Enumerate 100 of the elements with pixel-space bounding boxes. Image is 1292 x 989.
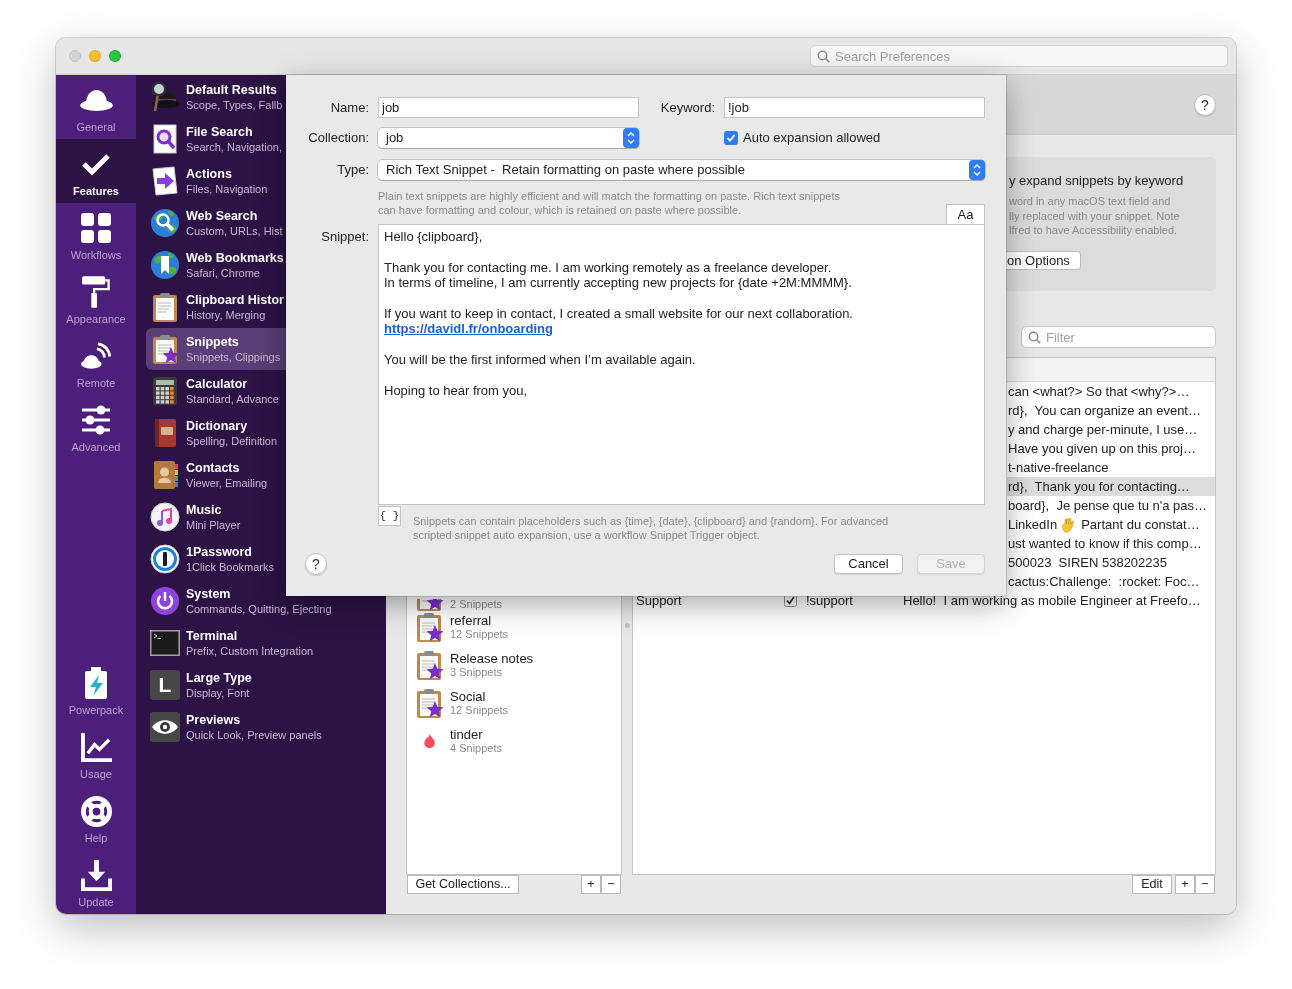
feature-item[interactable]: Music Mini Player	[146, 496, 286, 538]
add-button[interactable]: +	[581, 875, 601, 894]
feature-item[interactable]: Actions Files, Navigation	[146, 160, 286, 202]
splitter-handle[interactable]	[624, 623, 630, 628]
edit-button[interactable]: Edit	[1132, 875, 1172, 894]
keyword-field[interactable]: !job	[724, 97, 985, 118]
collection-item[interactable]: tinder 4 Snippets	[407, 725, 621, 763]
placeholder-button[interactable]: { }	[378, 506, 401, 526]
arrow-page-icon	[150, 166, 180, 196]
help-text: Snippets can contain placeholders such as {time}, {date}, {clipboard} and {random}. For advanced scripted snippet auto expansion, use a workflow Snippet Trigger object.	[413, 514, 890, 542]
sidebar-tab[interactable]: Features	[56, 139, 136, 203]
collection-item[interactable]: referral 12 Snippets	[407, 611, 621, 649]
sidebar-tab[interactable]: General	[56, 75, 136, 139]
sliders-icon	[81, 405, 111, 435]
info-text: lfred to have Accessibility enabled.	[1009, 223, 1179, 238]
feature-item[interactable]: Dictionary Spelling, Definition	[146, 412, 286, 454]
feature-item[interactable]: Snippets Snippets, Clippings	[146, 328, 286, 370]
help-button[interactable]: ?	[305, 553, 327, 575]
letter-tile-icon: L	[150, 670, 180, 700]
table-cell-text: !support	[806, 592, 854, 610]
grid-icon	[81, 213, 111, 243]
table-cell-text: Hello! I am working as mobile Engineer at Freefo…	[903, 592, 1201, 610]
feature-item[interactable]: File Search Search, Navigation,	[146, 118, 286, 160]
remove-button[interactable]: −	[601, 875, 621, 894]
table-row[interactable]: LinkedIn Partant du constat…	[1007, 515, 1215, 534]
snippet-line: If you want to keep in contact, I created a small website for our next collaboration.	[384, 306, 854, 322]
sidebar-tab[interactable]: Advanced	[56, 395, 136, 459]
field-label: Snippet:	[320, 228, 369, 245]
feature-item[interactable]: Contacts Viewer, Emailing	[146, 454, 286, 496]
search-icon	[1028, 330, 1041, 344]
font-button[interactable]: Aa	[946, 204, 985, 224]
feature-item[interactable]: System Commands, Quitting, Ejecting	[146, 580, 334, 622]
collection-popup[interactable]: job	[378, 128, 639, 148]
sidebar-tab[interactable]: Usage	[56, 722, 136, 786]
feature-item[interactable]: Terminal Prefix, Custom Integration	[146, 622, 316, 664]
globe-search-icon	[150, 208, 180, 238]
sidebar-tab[interactable]: Powerpack	[56, 658, 136, 722]
table-row[interactable]: can <what?> So that <why?>…	[1007, 382, 1215, 401]
filter-field[interactable]: Filter	[1021, 326, 1216, 348]
table-row[interactable]: board}, Je pense que tu n'a pas…	[1007, 496, 1215, 515]
search-field[interactable]: Search Preferences	[810, 45, 1228, 67]
table-row[interactable]: 500023 SIREN 538202235	[1007, 553, 1215, 572]
globe-bookmark-icon	[150, 250, 180, 280]
checkbox-label[interactable]: Auto expansion allowed	[743, 128, 881, 148]
document-search-icon	[150, 124, 180, 154]
add-button[interactable]: +	[1175, 875, 1195, 894]
sidebar-tab[interactable]: Update	[56, 850, 136, 914]
remove-button[interactable]: −	[1195, 875, 1215, 894]
auto-expansion-checkbox[interactable]	[724, 131, 738, 145]
sidebar-tab[interactable]: Remote	[56, 331, 136, 395]
snippet-editor[interactable]	[378, 224, 985, 505]
feature-item[interactable]: 1Password 1Click Bookmarks	[146, 538, 286, 580]
stepper-icon	[969, 160, 985, 180]
sidebar-tab[interactable]: Workflows	[56, 203, 136, 267]
battery-bolt-icon	[85, 667, 107, 699]
type-popup[interactable]: Rich Text Snippet - Retain formatting on paste where possible	[378, 160, 985, 180]
table-row[interactable]: Have you given up on this proj…	[1007, 439, 1215, 458]
get-collections-button[interactable]: Get Collections...	[407, 875, 519, 894]
field-label: Collection:	[307, 129, 369, 148]
sidebar-tab[interactable]: Help	[56, 786, 136, 850]
zoom-button[interactable]	[109, 50, 121, 62]
music-note-icon	[150, 502, 180, 532]
table-row[interactable]: t-native-freelance	[1007, 458, 1215, 477]
feature-item[interactable]: Web Search Custom, URLs, Hist	[146, 202, 286, 244]
hat-signal-icon	[81, 342, 111, 370]
table-row[interactable]: rd}, Thank you for contacting…	[1007, 477, 1215, 496]
checkmark-icon	[81, 152, 111, 176]
minimize-button[interactable]	[89, 50, 101, 62]
clipboard-icon	[150, 292, 180, 322]
table-row[interactable]: cactus:Challenge: :rocket: Foc…	[1007, 572, 1215, 591]
eye-icon	[150, 712, 180, 742]
keyhole-icon	[150, 544, 180, 574]
snippet-line: Thank you for contacting me. I am working remotely as a freelance developer.	[384, 259, 833, 276]
snippet-line: Hello {clipboard},	[384, 229, 484, 245]
table-row[interactable]: rd}, You can organize an event…	[1007, 401, 1215, 420]
help-button[interactable]: ?	[1194, 93, 1216, 116]
options-button[interactable]: on Options	[1006, 250, 1081, 270]
name-field[interactable]: job	[378, 97, 639, 118]
info-text: lly replaced with your snippet. Note	[1009, 208, 1181, 223]
feature-item[interactable]: L Large Type Display, Font	[146, 664, 286, 706]
download-icon	[80, 859, 112, 891]
feature-item[interactable]: Clipboard Histor History, Merging	[146, 286, 286, 328]
collection-item[interactable]: Release notes 3 Snippets	[407, 649, 621, 687]
table-row[interactable]: y and charge per-minute, I use…	[1007, 420, 1215, 439]
hat-magnifier-icon	[150, 82, 180, 112]
sidebar-tab[interactable]: Appearance	[56, 267, 136, 331]
snippet-line: In terms of timeline, I am currently accepting new projects for {date +2M:MMMM}.	[384, 275, 853, 291]
cancel-button[interactable]: Cancel	[834, 554, 903, 574]
table-row[interactable]: ust wanted to know if this comp…	[1007, 534, 1215, 553]
power-icon	[150, 586, 180, 616]
snippet-line: You will be the first informed when I’m available again.	[384, 352, 697, 368]
lifebuoy-icon	[80, 795, 112, 827]
feature-item[interactable]: Calculator Standard, Advance	[146, 370, 286, 412]
feature-item[interactable]: Web Bookmarks Safari, Chrome	[146, 244, 286, 286]
info-text: word in any macOS text field and	[1009, 194, 1172, 209]
feature-item[interactable]: Default Results Scope, Types, Fallb	[146, 76, 286, 118]
feature-item[interactable]: Previews Quick Look, Preview panels	[146, 706, 324, 748]
terminal-icon	[150, 630, 180, 656]
collection-item[interactable]: Social 12 Snippets	[407, 687, 621, 725]
snippet-link[interactable]: https://davidl.fr/onboarding	[384, 321, 553, 337]
